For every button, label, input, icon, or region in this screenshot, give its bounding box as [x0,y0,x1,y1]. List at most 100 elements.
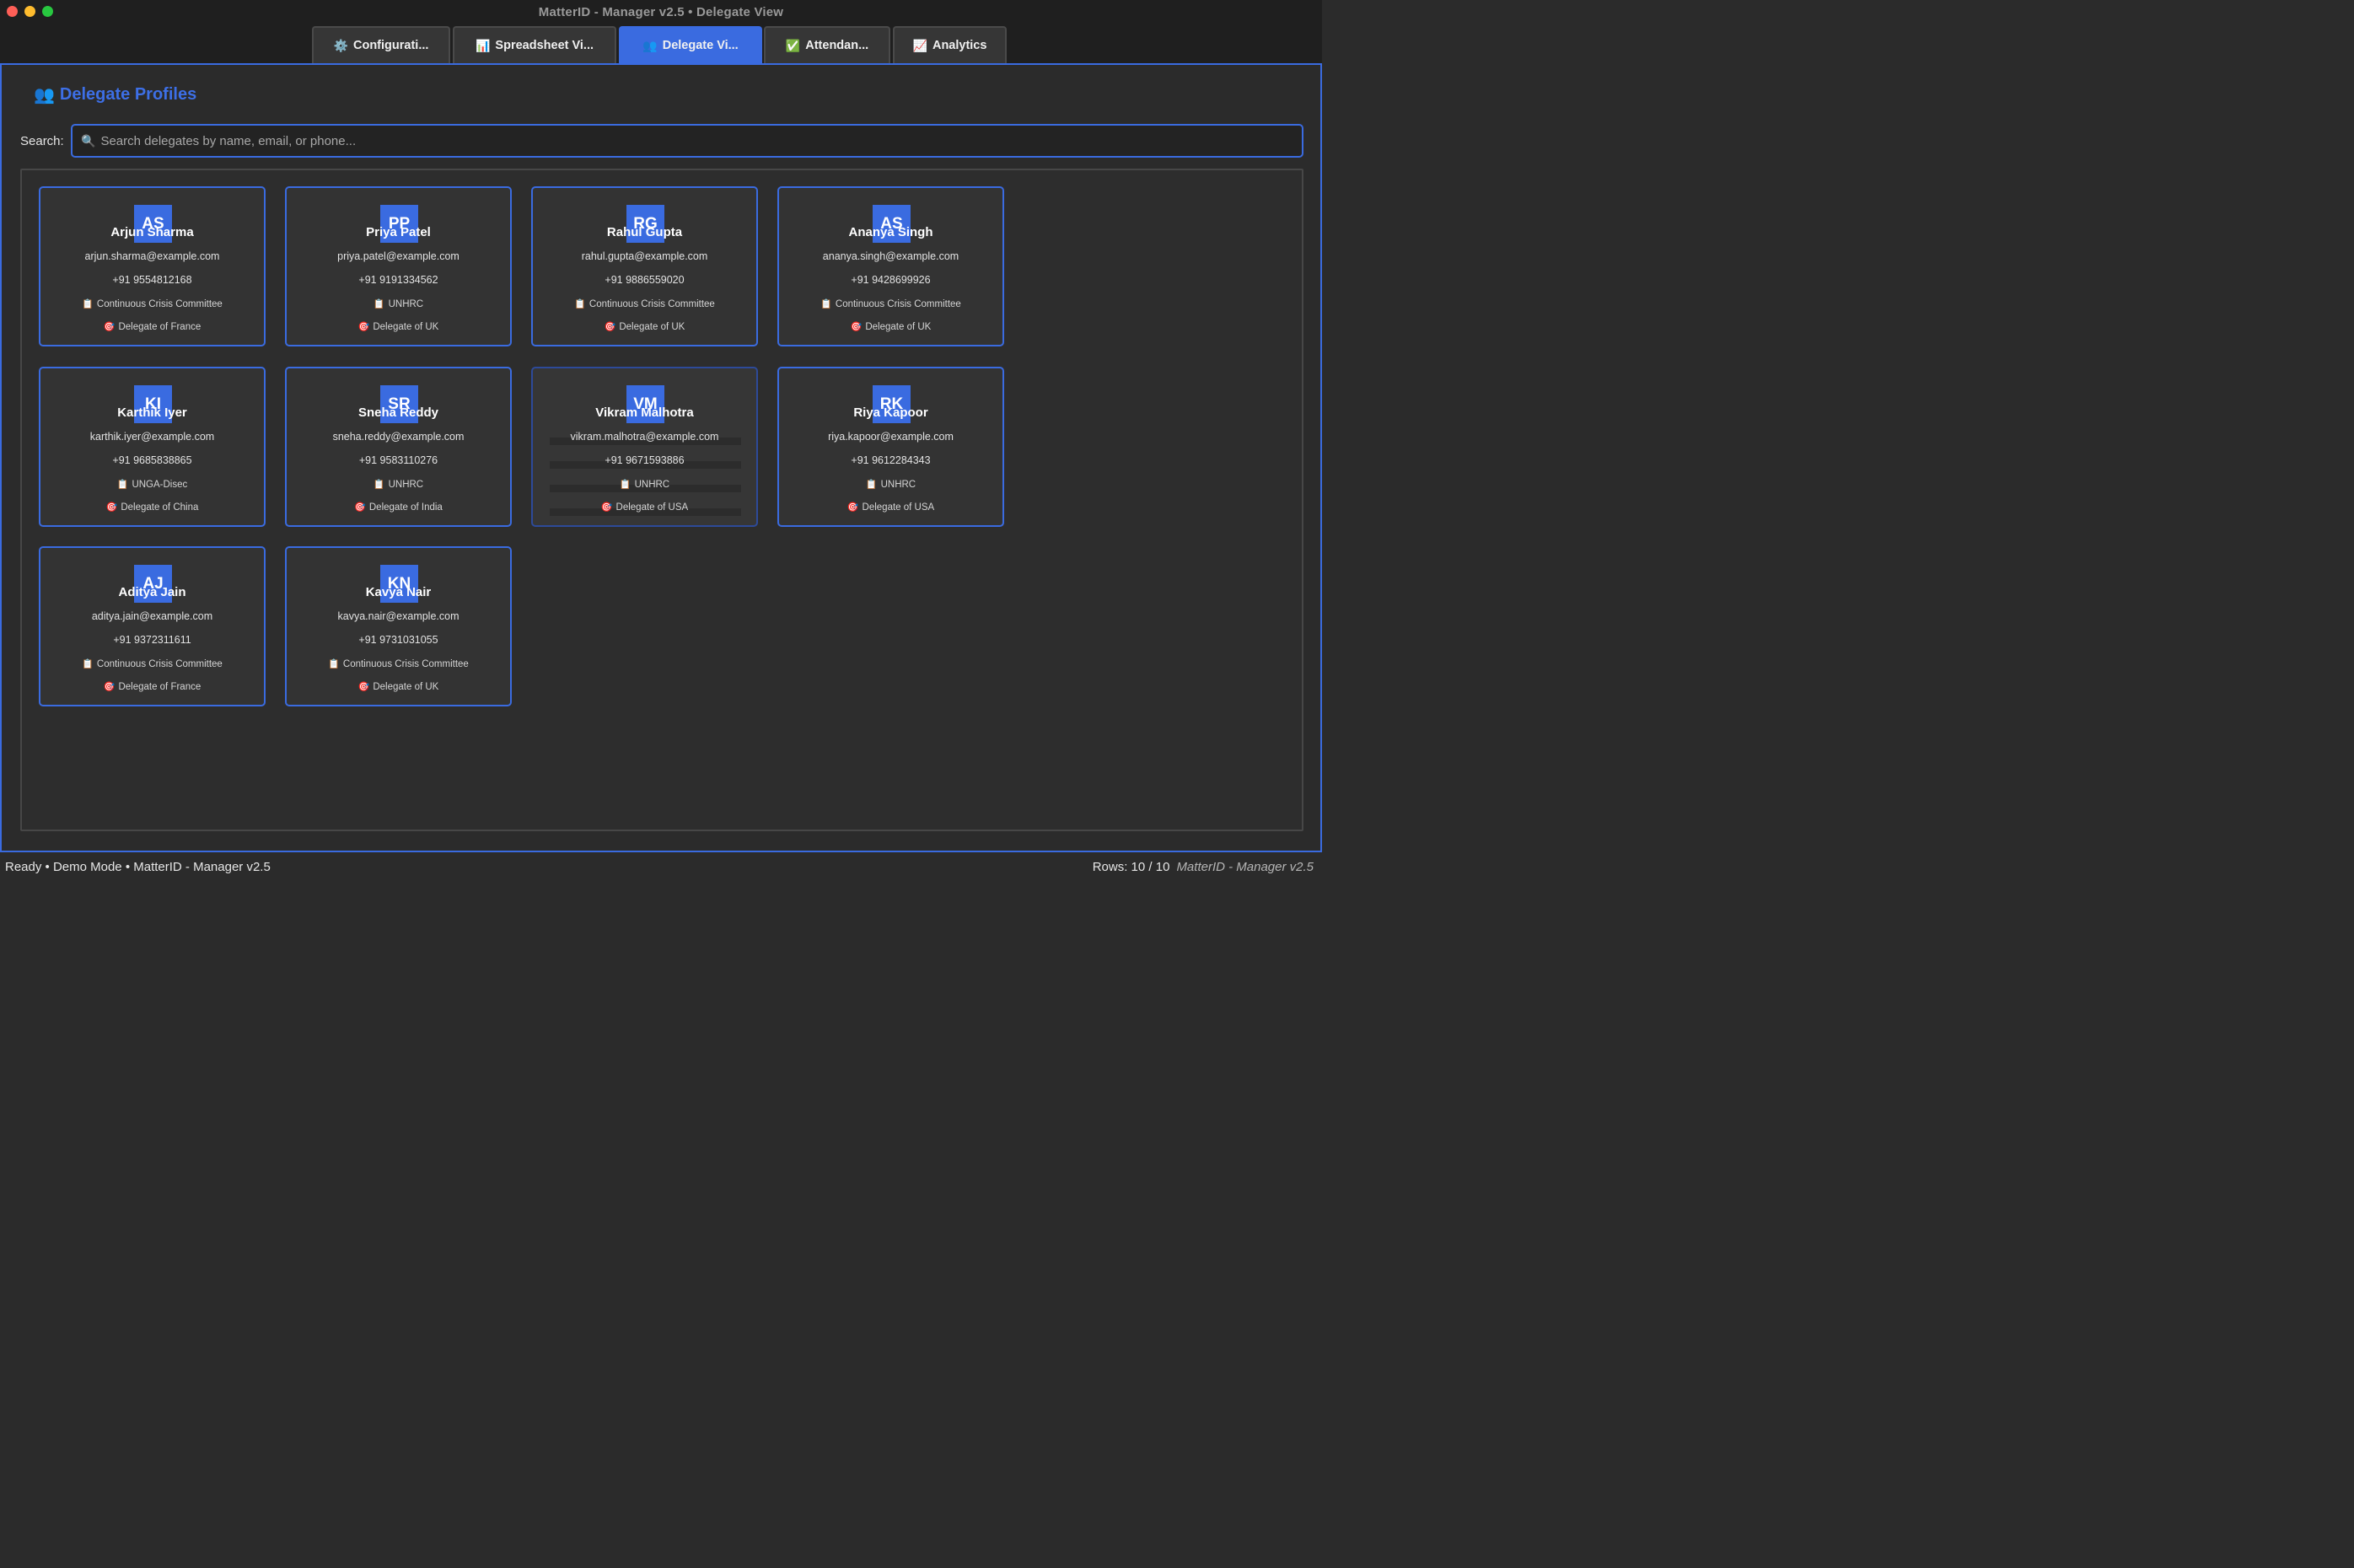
tab-spreadsheet-view[interactable]: 📊 Spreadsheet Vi... [453,26,616,63]
clipboard-icon: 📋 [328,659,340,669]
delegate-phone: +91 9886559020 [605,274,685,286]
search-input[interactable] [100,133,1302,148]
delegate-committee: 📋 UNHRC [533,479,756,490]
delegate-committee: 📋 Continuous Crisis Committee [779,298,1002,309]
delegate-card[interactable]: RK Riya Kapoor riya.kapoor@example.com +91 … [777,367,1004,527]
delegate-phone: +91 9191334562 [358,274,438,286]
delegate-name: Sneha Reddy [357,405,439,420]
role-text: Delegate of UK [619,322,685,332]
delegate-role: 🎯 Delegate of UK [287,321,510,332]
delegate-card[interactable]: AS Ananya Singh ananya.singh@example.com +9… [777,186,1004,346]
target-icon: 🎯 [357,682,370,692]
close-window-button[interactable] [7,6,18,17]
delegate-phone: +91 9554812168 [112,274,192,286]
tab-analytics[interactable]: 📈 Analytics [893,26,1007,63]
committee-text: UNHRC [388,480,424,490]
role-text: Delegate of UK [373,322,439,332]
delegate-card[interactable]: VM Vikram Malhotra vikram.malhotra@example… [531,367,758,527]
delegate-card[interactable]: KN Kavya Nair kavya.nair@example.com +91 97… [285,546,512,706]
checkmark-icon: ✅ [785,38,801,52]
role-text: Delegate of France [118,682,202,692]
search-box[interactable]: 🔍 [71,124,1303,158]
delegate-name: Kavya Nair [365,585,432,599]
status-bar: Ready • Demo Mode • MatterID - Manager v… [0,851,1322,881]
tab-label: Configurati... [353,39,429,52]
delegate-phone: +91 9685838865 [112,454,192,466]
role-text: Delegate of USA [615,502,689,513]
delegate-committee: 📋 Continuous Crisis Committee [287,658,510,669]
delegate-committee: 📋 UNGA-Disec [40,479,264,490]
target-icon: 🎯 [600,502,613,513]
target-icon: 🎯 [103,682,116,692]
delegate-email: rahul.gupta@example.com [581,250,708,262]
clipboard-icon: 📋 [373,299,385,309]
delegate-role: 🎯 Delegate of France [40,681,264,692]
target-icon: 🎯 [105,502,118,513]
delegate-role: 🎯 Delegate of UK [287,681,510,692]
tab-attendance[interactable]: ✅ Attendan... [764,26,890,63]
delegate-email: ananya.singh@example.com [822,250,959,262]
page-title-text: Delegate Profiles [59,85,197,104]
delegate-email: priya.patel@example.com [337,250,460,262]
committee-text: UNGA-Disec [132,480,188,490]
committee-text: UNHRC [880,480,916,490]
minimize-window-button[interactable] [24,6,35,17]
clipboard-icon: 📋 [116,480,129,490]
delegate-card[interactable]: AS Arjun Sharma arjun.sharma@example.com +9… [39,186,266,346]
delegate-email: kavya.nair@example.com [337,610,460,622]
delegate-email: vikram.malhotra@example.com [570,431,719,443]
window-controls [7,6,53,17]
role-text: Delegate of USA [862,502,935,513]
delegate-name: Vikram Malhotra [595,405,694,420]
delegate-role: 🎯 Delegate of India [287,502,510,513]
maximize-window-button[interactable] [42,6,53,17]
tab-configuration[interactable]: ⚙️ Configurati... [312,26,450,63]
trend-chart-icon: 📈 [912,38,927,52]
delegate-role: 🎯 Delegate of UK [533,321,756,332]
tab-delegate-view[interactable]: 👥 Delegate Vi... [619,26,762,63]
delegate-phone: +91 9731031055 [358,634,438,646]
tab-label: Spreadsheet Vi... [495,39,594,52]
committee-text: Continuous Crisis Committee [835,299,961,309]
role-text: Delegate of India [368,502,443,513]
committee-text: UNHRC [388,299,424,309]
committee-text: UNHRC [634,480,670,490]
delegate-committee: 📋 Continuous Crisis Committee [40,298,264,309]
target-icon: 🎯 [604,322,616,332]
delegate-name: Karthik Iyer [117,405,187,420]
delegate-role: 🎯 Delegate of France [40,321,264,332]
delegate-name: Aditya Jain [118,585,186,599]
delegate-card[interactable]: RG Rahul Gupta rahul.gupta@example.com +91 … [531,186,758,346]
committee-text: Continuous Crisis Committee [96,659,223,669]
target-icon: 🎯 [357,322,370,332]
clipboard-icon: 📋 [82,659,94,669]
clipboard-icon: 📋 [373,480,385,490]
clipboard-icon: 📋 [820,299,832,309]
people-icon: 👥 [642,38,658,52]
delegate-phone: +91 9671593886 [605,454,685,466]
delegate-committee: 📋 UNHRC [779,479,1002,490]
bar-chart-icon: 📊 [475,38,491,52]
search-icon: 🔍 [81,133,96,148]
delegate-role: 🎯 Delegate of UK [779,321,1002,332]
delegate-phone: +91 9583110276 [358,454,438,466]
delegate-card[interactable]: AJ Aditya Jain aditya.jain@example.com +91 … [39,546,266,706]
delegate-name: Arjun Sharma [110,225,194,239]
status-text: Ready • Demo Mode • MatterID - Manager v… [5,859,271,874]
target-icon: 🎯 [850,322,863,332]
clipboard-icon: 📋 [82,299,94,309]
delegate-card[interactable]: KI Karthik Iyer karthik.iyer@example.com +9… [39,367,266,527]
tab-label: Analytics [932,39,987,52]
target-icon: 🎯 [846,502,859,513]
delegate-name: Priya Patel [366,225,431,239]
committee-text: Continuous Crisis Committee [588,299,715,309]
role-text: Delegate of China [121,502,199,513]
delegate-card[interactable]: SR Sneha Reddy sneha.reddy@example.com +91 … [285,367,512,527]
role-text: Delegate of UK [865,322,932,332]
delegate-phone: +91 9372311611 [113,634,191,646]
delegate-role: 🎯 Delegate of USA [533,502,756,513]
delegate-committee: 📋 UNHRC [287,479,510,490]
target-icon: 🎯 [103,322,116,332]
delegate-role: 🎯 Delegate of USA [779,502,1002,513]
delegate-card[interactable]: PP Priya Patel priya.patel@example.com +91 … [285,186,512,346]
